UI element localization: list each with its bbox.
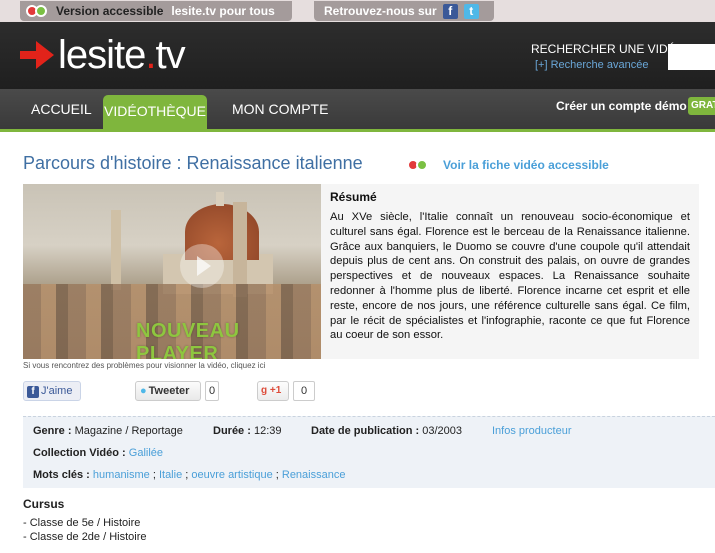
campanile-shape (233, 202, 247, 297)
nav-item-accueil[interactable]: ACCUEIL (31, 101, 92, 117)
accessibility-icon (407, 158, 429, 172)
page-title: Parcours d'histoire : Renaissance italie… (23, 153, 363, 173)
site-logo[interactable]: lesite.tv (20, 32, 186, 78)
google-plus-label: +1 (269, 385, 282, 396)
keyword-link[interactable]: oeuvre artistique (191, 469, 272, 481)
producer-info-link[interactable]: Infos producteur (492, 425, 572, 437)
tweet-count: 0 (205, 381, 219, 401)
facebook-like-button[interactable]: f J'aime (23, 381, 81, 401)
tweet-label: Tweeter (148, 385, 190, 397)
logo-text: lesite.tv (58, 32, 186, 77)
follow-us-label: Retrouvez-nous sur (324, 4, 437, 18)
main-nav: ACCUEIL VIDÉOTHÈQUE MON COMPTE Créer un … (0, 89, 715, 129)
lantern-shape (216, 192, 224, 206)
play-icon[interactable] (180, 244, 224, 288)
accessible-version-label: Version accessible (56, 4, 164, 18)
publication-date-field: Date de publication : 03/2003 (311, 425, 463, 437)
summary-heading: Résumé (330, 190, 377, 204)
google-plus-count: 0 (293, 381, 315, 401)
search-input[interactable] (668, 44, 715, 70)
accessible-sheet-link[interactable]: Voir la fiche vidéo accessible (443, 158, 609, 172)
new-player-label: NOUVEAU PLAYER (136, 320, 240, 359)
google-plus-button[interactable]: g +1 (257, 381, 289, 401)
site-header: lesite.tv RECHERCHER UNE VIDÉO [+] Reche… (0, 22, 715, 89)
keywords-field: Mots clés : humanisme ; Italie ; oeuvre … (33, 469, 346, 481)
advanced-search-link[interactable]: [+] Recherche avancée (535, 59, 648, 71)
nav-underline (0, 129, 715, 132)
create-demo-account-link[interactable]: Créer un compte démo (556, 99, 687, 113)
accessible-version-site[interactable]: lesite.tv pour tous (171, 4, 274, 18)
search-label: RECHERCHER UNE VIDÉO (531, 42, 686, 56)
accessibility-bar: Version accessible lesite.tv pour tous R… (0, 0, 715, 22)
video-problem-link[interactable]: Si vous rencontrez des problèmes pour vi… (23, 361, 265, 370)
nav-item-videotheque[interactable]: VIDÉOTHÈQUE (103, 95, 207, 129)
accessible-version-link[interactable]: Version accessible lesite.tv pour tous (20, 1, 292, 21)
cursus-item: - Classe de 2de / Histoire (23, 531, 147, 543)
tweet-button[interactable]: ● Tweeter (135, 381, 201, 401)
google-plus-icon: g (261, 385, 268, 396)
twitter-icon[interactable]: t (463, 3, 479, 19)
duration-field: Durée : 12:39 (213, 425, 282, 437)
cursus-item: - Classe de 5e / Histoire (23, 517, 141, 529)
free-badge[interactable]: GRAT (688, 97, 715, 115)
keyword-link[interactable]: humanisme (93, 469, 150, 481)
summary-text: Au XVe siècle, l'Italie connaît un renou… (330, 211, 690, 342)
genre-field: Genre : Magazine / Reportage (33, 425, 183, 437)
video-player[interactable]: NOUVEAU PLAYER (23, 184, 321, 359)
cursus-heading: Cursus (23, 497, 65, 511)
nav-item-mon-compte[interactable]: MON COMPTE (232, 101, 328, 117)
video-info-panel: Genre : Magazine / Reportage Durée : 12:… (23, 416, 715, 488)
collection-link[interactable]: Galilée (129, 447, 163, 459)
twitter-bird-icon: ● (140, 385, 147, 397)
keyword-link[interactable]: Renaissance (282, 469, 346, 481)
facebook-icon[interactable]: f (442, 3, 458, 19)
accessibility-icon (26, 4, 48, 18)
facebook-icon: f (27, 386, 39, 398)
arrow-logo-icon (20, 41, 54, 69)
collection-field: Collection Vidéo : Galilée (33, 447, 164, 459)
follow-us-bar: Retrouvez-nous sur f t (314, 1, 494, 21)
summary-panel: Résumé Au XVe siècle, l'Italie connaît u… (321, 184, 699, 359)
facebook-like-label: J'aime (41, 385, 73, 397)
keyword-link[interactable]: Italie (159, 469, 182, 481)
tower-shape (111, 210, 121, 290)
